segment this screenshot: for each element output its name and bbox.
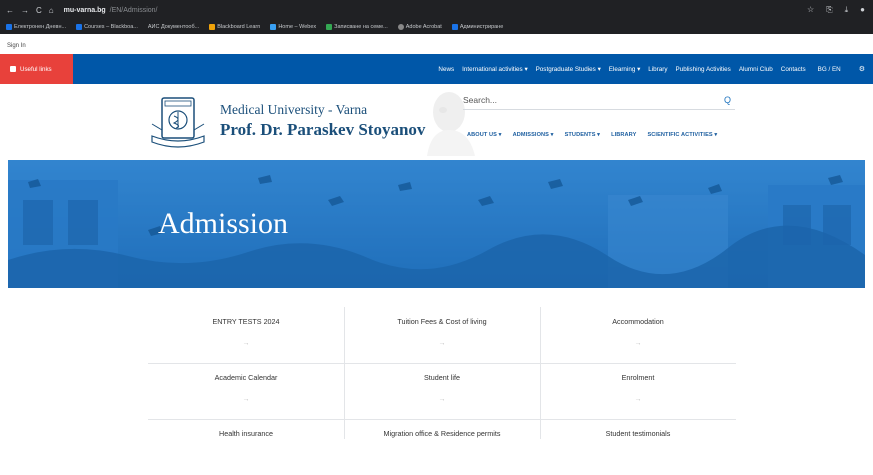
mainnav-library[interactable]: LIBRARY xyxy=(611,132,636,138)
bookmark-favicon-icon xyxy=(209,24,216,30)
browser-toolbar: ← → C ⌂ mu-varna.bg/EN/Admission/ ☆ ⎘ ⤓ … xyxy=(0,0,873,20)
forward-icon[interactable]: → xyxy=(21,6,29,15)
topnav-item-contacts[interactable]: Contacts xyxy=(781,66,806,73)
topnav-item-elearning[interactable]: Elearning ▾ xyxy=(609,66,641,73)
link-entry-tests[interactable]: ENTRY TESTS 2024 → xyxy=(148,307,344,363)
page-title: Admission xyxy=(158,207,289,240)
profile-icon[interactable]: ● xyxy=(860,5,865,15)
topnav-item-publishing[interactable]: Publishing Activities xyxy=(676,66,731,73)
bookmark-favicon-icon xyxy=(270,24,277,30)
mainnav-about-us[interactable]: ABOUT US ▾ xyxy=(467,132,502,138)
hero-banner: Admission xyxy=(8,160,865,288)
bookmarks-bar: Електронен Дневн... Courses – Blackboa..… xyxy=(0,20,873,34)
bookmark-favicon-icon xyxy=(451,24,458,30)
link-health-insurance[interactable]: Health insurance xyxy=(148,419,344,475)
signin-bar: Sign In xyxy=(0,34,873,54)
url-path: /EN/Admission/ xyxy=(109,6,158,14)
extensions-icon[interactable]: ⎘ xyxy=(826,5,832,15)
address-bar[interactable]: mu-varna.bg/EN/Admission/ xyxy=(64,7,158,14)
mainnav-scientific[interactable]: SCIENTIFIC ACTIVITIES ▾ xyxy=(647,132,717,138)
link-tuition-fees[interactable]: Tuition Fees & Cost of living → xyxy=(344,307,540,363)
arrow-right-icon: → xyxy=(242,396,250,403)
bookmark-favicon-icon xyxy=(6,24,12,30)
search-icon[interactable]: Q xyxy=(724,95,731,105)
site-header: Medical University - Varna Prof. Dr. Par… xyxy=(0,84,873,160)
browser-nav: ← → C ⌂ xyxy=(6,6,54,15)
bookmark-item[interactable]: Администриране xyxy=(451,24,503,30)
link-enrolment[interactable]: Enrolment → xyxy=(540,363,736,419)
url-domain: mu-varna.bg xyxy=(63,6,106,14)
signin-link[interactable]: Sign In xyxy=(7,43,26,49)
bookmark-item[interactable]: Записване на семе... xyxy=(326,24,388,30)
download-icon[interactable]: ⤓ xyxy=(845,5,849,15)
link-academic-calendar[interactable]: Academic Calendar → xyxy=(148,363,344,419)
search-box[interactable]: Search... Q xyxy=(463,90,735,110)
link-icon xyxy=(10,66,16,72)
mainnav-students[interactable]: STUDENTS ▾ xyxy=(565,132,601,138)
topnav-item-library[interactable]: Library xyxy=(648,66,667,73)
browser-right-icons: ☆ ⎘ ⤓ ● xyxy=(807,5,865,15)
reload-icon[interactable]: C xyxy=(36,6,42,15)
admission-links-grid: ENTRY TESTS 2024 → Tuition Fees & Cost o… xyxy=(148,307,736,439)
link-student-testimonials[interactable]: Student testimonials xyxy=(540,419,736,475)
arrow-right-icon: → xyxy=(438,396,446,403)
bookmark-item[interactable]: Blackboard Learn xyxy=(209,24,260,30)
topnav-item-postgraduate[interactable]: Postgraduate Studies ▾ xyxy=(536,66,601,73)
bookmark-item[interactable]: Home – Webex xyxy=(270,24,316,30)
hero-background-image xyxy=(8,160,865,288)
university-name: Medical University - Varna xyxy=(220,102,368,117)
bookmark-favicon-icon xyxy=(76,24,83,30)
home-icon[interactable]: ⌂ xyxy=(49,6,54,15)
bookmark-item[interactable]: Courses – Blackboa... xyxy=(76,24,138,30)
top-menu: News International activities ▾ Postgrad… xyxy=(438,65,873,74)
link-migration-office[interactable]: Migration office & Residence permits xyxy=(344,419,540,475)
useful-links-button[interactable]: Useful links xyxy=(0,54,73,84)
bookmark-item[interactable]: Електронен Дневн... xyxy=(6,24,66,30)
mainnav-admissions[interactable]: ADMISSIONS ▾ xyxy=(513,132,554,138)
top-navigation: Useful links News International activiti… xyxy=(0,54,873,84)
university-logo[interactable] xyxy=(148,94,208,149)
settings-icon[interactable]: ⚙ xyxy=(859,65,865,73)
link-student-life[interactable]: Student life → xyxy=(344,363,540,419)
search-input[interactable]: Search... xyxy=(463,95,497,105)
bookmark-favicon-icon xyxy=(326,24,333,30)
bookmark-star-icon[interactable]: ☆ xyxy=(807,5,814,15)
bookmark-favicon-icon xyxy=(397,24,404,30)
language-switch[interactable]: BG / EN xyxy=(818,66,841,73)
arrow-right-icon: → xyxy=(438,340,446,347)
main-navigation: ABOUT US ▾ ADMISSIONS ▾ STUDENTS ▾ LIBRA… xyxy=(467,132,717,138)
topnav-item-international[interactable]: International activities ▾ xyxy=(462,66,527,73)
university-patron: Prof. Dr. Paraskev Stoyanov xyxy=(220,120,426,139)
link-accommodation[interactable]: Accommodation → xyxy=(540,307,736,363)
bookmark-item[interactable]: Adobe Acrobat xyxy=(397,24,442,30)
bookmark-item[interactable]: АИС Документооб... xyxy=(148,24,199,30)
arrow-right-icon: → xyxy=(634,396,642,403)
topnav-item-news[interactable]: News xyxy=(438,66,454,73)
back-icon[interactable]: ← xyxy=(6,6,14,15)
arrow-right-icon: → xyxy=(242,340,250,347)
arrow-right-icon: → xyxy=(634,340,642,347)
topnav-item-alumni[interactable]: Alumni Club xyxy=(739,66,773,73)
